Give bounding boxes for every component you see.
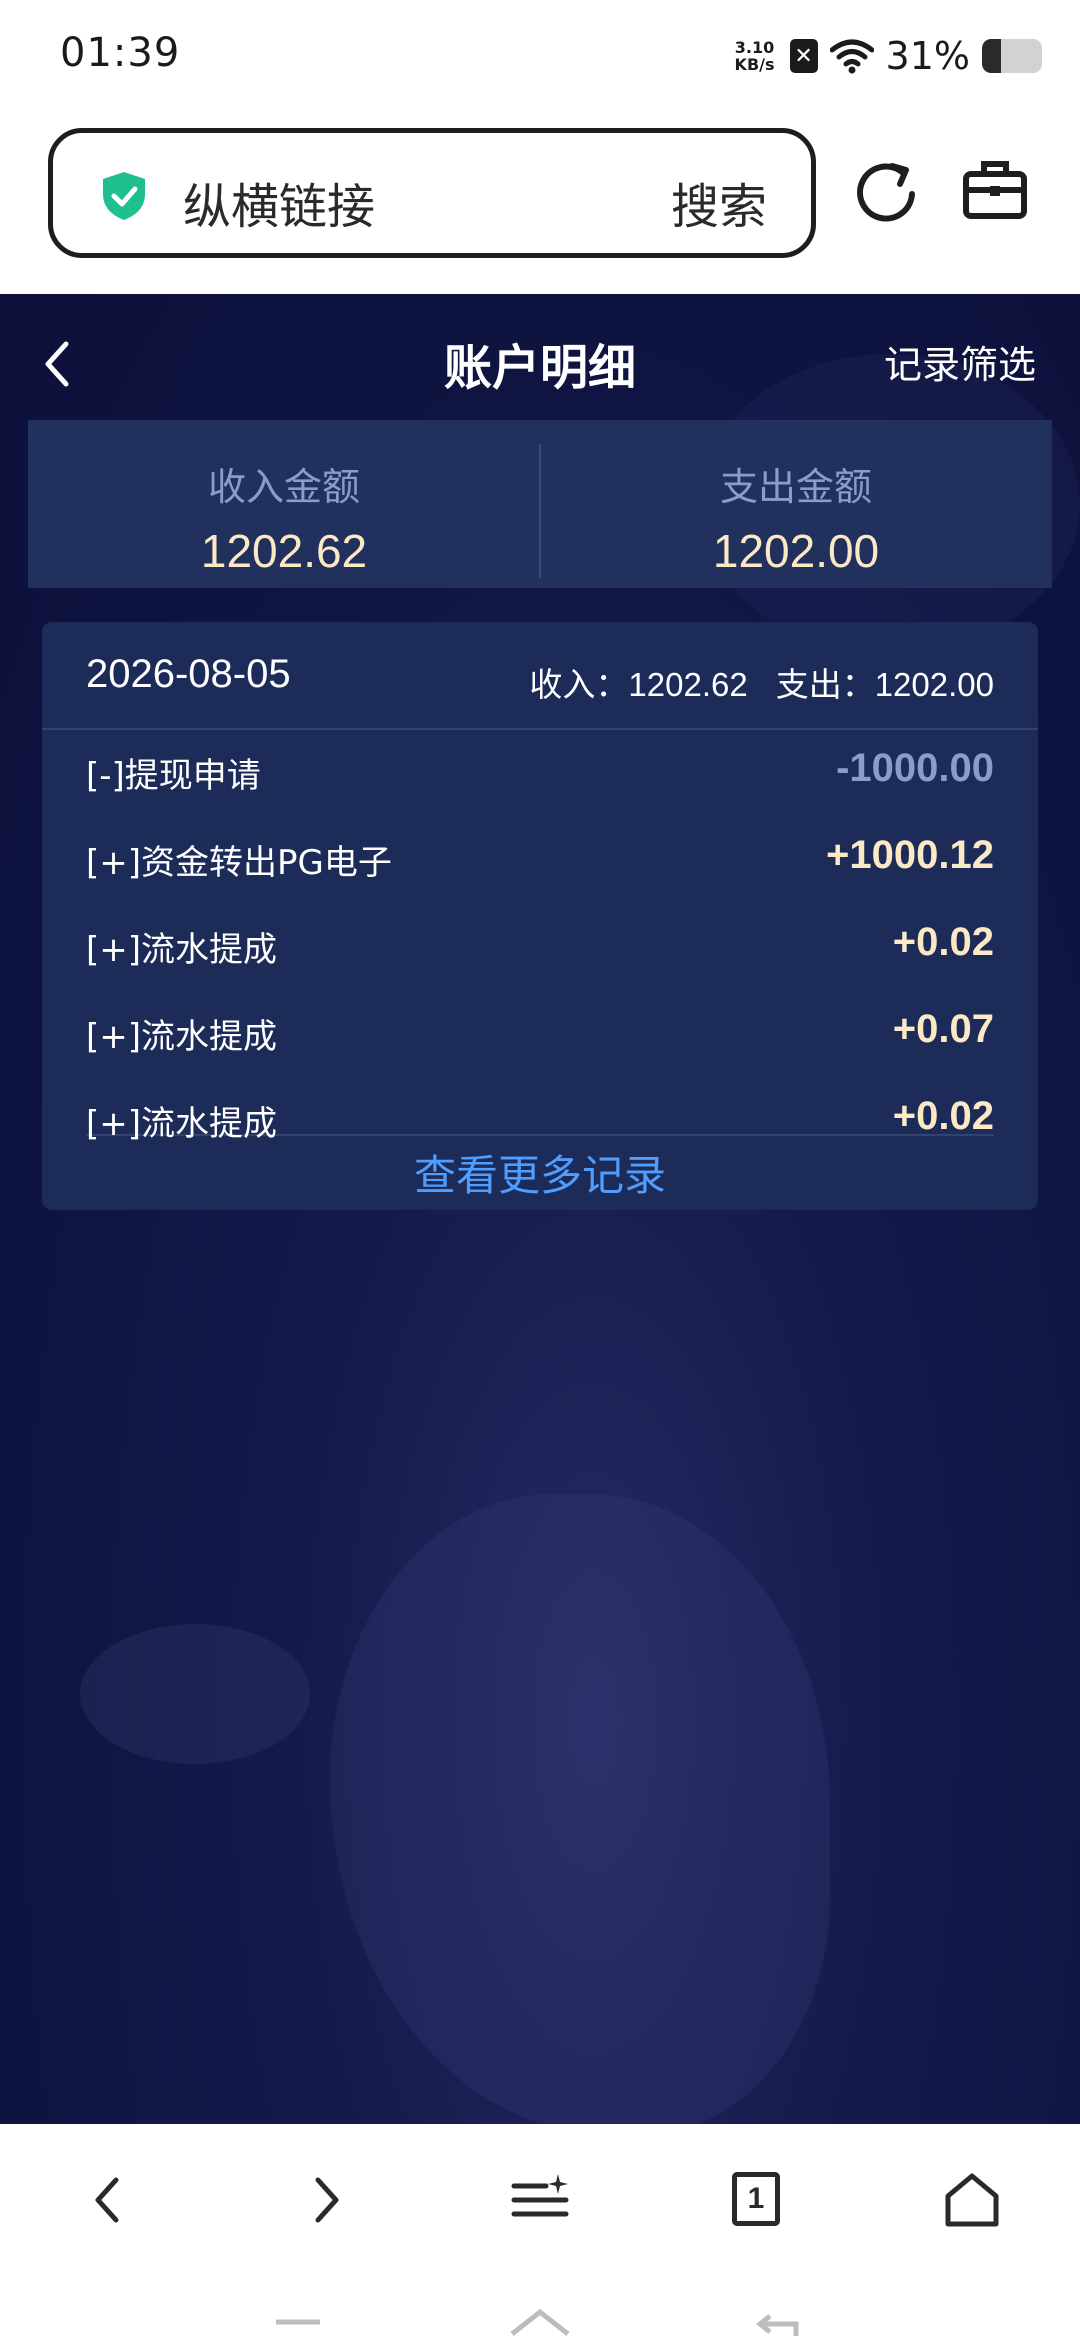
- day-expense: 支出：1202.00: [775, 666, 994, 703]
- wifi-icon: [829, 39, 874, 74]
- network-speed-unit: KB/s: [734, 55, 775, 74]
- record-row[interactable]: [-]提现申请 -1000.00: [86, 730, 994, 810]
- tabs-count-button[interactable]: 1: [732, 2172, 780, 2226]
- day-summary: 收入：1202.62 支出：1202.00: [529, 658, 994, 706]
- browser-address-area: 纵横链接 搜索: [0, 118, 1080, 294]
- expense-label: 支出金额: [719, 465, 872, 509]
- system-navigation-bar: [0, 2272, 1080, 2336]
- shield-check-icon: [103, 172, 145, 220]
- record-row[interactable]: [+]资金转出PG电子 +1000.12: [86, 817, 994, 897]
- record-label: [+]资金转出PG电子: [86, 843, 392, 883]
- battery-icon: [982, 39, 1042, 73]
- refresh-icon[interactable]: [856, 158, 920, 224]
- record-amount: +0.07: [892, 1007, 994, 1051]
- record-row[interactable]: [+]流水提成 +0.07: [86, 991, 994, 1071]
- browser-toolbar: 1: [0, 2124, 1080, 2272]
- income-value: 1202.62: [200, 525, 368, 577]
- system-back-icon[interactable]: [752, 2310, 808, 2336]
- record-row[interactable]: [+]流水提成 +0.02: [86, 1078, 994, 1144]
- network-speed: 3.10 KB/s: [732, 39, 778, 73]
- menu-sparkle-icon[interactable]: [508, 2168, 572, 2232]
- summary-divider: [539, 444, 541, 578]
- record-row[interactable]: [+]流水提成 +0.02: [86, 904, 994, 984]
- address-text[interactable]: 纵横链接: [183, 167, 375, 237]
- recent-apps-icon[interactable]: [272, 2314, 324, 2336]
- summary-panel: 收入金额 1202.62 支出金额 1202.00: [28, 420, 1052, 588]
- day-income: 收入：1202.62: [529, 666, 748, 703]
- record-label: [+]流水提成: [86, 1104, 278, 1144]
- address-bar[interactable]: 纵横链接 搜索: [48, 128, 816, 258]
- forward-icon[interactable]: [294, 2168, 358, 2232]
- battery-fill: [982, 39, 1001, 73]
- background-art: [330, 1494, 830, 2124]
- status-time: 01:39: [60, 30, 181, 76]
- account-detail-page: 账户明细 记录筛选 收入金额 1202.62 支出金额 1202.00 2026…: [0, 294, 1080, 2124]
- background-art: [80, 1624, 310, 1764]
- record-amount: +1000.12: [826, 833, 994, 877]
- record-filter-button[interactable]: 记录筛选: [884, 334, 1036, 389]
- record-amount: -1000.00: [836, 746, 994, 790]
- back-icon[interactable]: [76, 2168, 140, 2232]
- search-button[interactable]: 搜索: [671, 167, 767, 237]
- status-bar: 01:39 3.10 KB/s ✕ 31%: [0, 0, 1080, 118]
- income-summary: 收入金额 1202.62: [28, 420, 540, 588]
- battery-percent: 31%: [885, 34, 970, 78]
- card-header: 2026-08-05 收入：1202.62 支出：1202.00: [42, 622, 1038, 730]
- status-icons: 3.10 KB/s ✕ 31%: [732, 34, 1042, 78]
- record-label: [+]流水提成: [86, 1017, 278, 1057]
- network-speed-value: 3.10: [734, 38, 775, 57]
- system-home-icon[interactable]: [508, 2306, 572, 2336]
- record-amount: +0.02: [892, 920, 994, 964]
- toolbox-icon[interactable]: [962, 158, 1028, 220]
- expense-value: 1202.00: [712, 525, 880, 577]
- record-label: [+]流水提成: [86, 930, 278, 970]
- view-more-records-link[interactable]: 查看更多记录: [42, 1142, 1038, 1203]
- sim-x-icon: ✕: [789, 39, 818, 73]
- record-label: [-]提现申请: [86, 756, 261, 796]
- record-date: 2026-08-05: [86, 652, 291, 696]
- expense-summary: 支出金额 1202.00: [540, 420, 1052, 588]
- daily-record-card: 2026-08-05 收入：1202.62 支出：1202.00 [-]提现申请 …: [42, 622, 1038, 1210]
- record-amount: +0.02: [892, 1094, 994, 1138]
- home-icon[interactable]: [940, 2168, 1004, 2232]
- income-label: 收入金额: [207, 465, 360, 509]
